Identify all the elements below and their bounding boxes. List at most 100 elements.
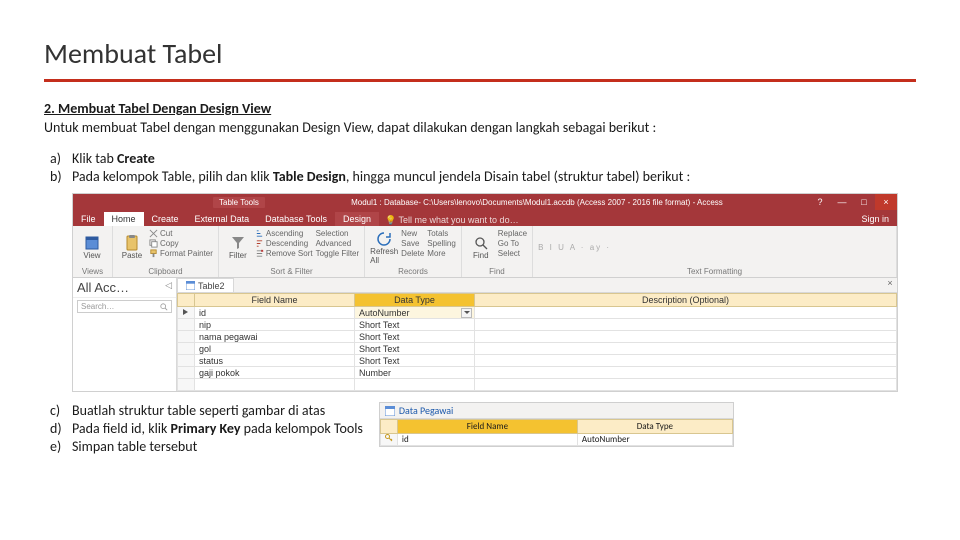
row-selector[interactable] <box>178 367 195 379</box>
description-cell[interactable] <box>475 331 897 343</box>
mini-tab[interactable]: Data Pegawai <box>380 403 733 419</box>
access-window: Table Tools Modul1 : Database- C:\Users\… <box>72 193 898 392</box>
copy-button[interactable]: Copy <box>149 239 213 248</box>
totals-button[interactable]: Totals <box>427 229 455 238</box>
row-selector[interactable] <box>178 331 195 343</box>
row-selector[interactable] <box>178 343 195 355</box>
tell-me[interactable]: 💡 Tell me what you want to do… <box>385 215 519 226</box>
description-cell[interactable] <box>475 355 897 367</box>
mini-grid[interactable]: Field NameData Type id AutoNumber <box>380 419 733 446</box>
remove-sort-button[interactable]: Remove Sort <box>255 249 313 258</box>
field-name-cell[interactable]: gaji pokok <box>195 367 355 379</box>
filter-label: Filter <box>229 251 247 260</box>
ribbon-tab-home[interactable]: Home <box>104 212 144 226</box>
goto-button[interactable]: Go To <box>498 239 527 248</box>
description-cell[interactable] <box>475 319 897 331</box>
ribbon-group-textfmt: B I U A · ay · Text Formatting <box>533 226 897 277</box>
cut-button[interactable]: Cut <box>149 229 213 238</box>
row-selector[interactable] <box>178 307 195 319</box>
ribbon-group-find: Find Replace Go To Select Find <box>462 226 533 277</box>
dropdown-button[interactable] <box>461 308 472 318</box>
navigation-pane: All Acc… ◁ Search… <box>73 278 177 391</box>
step-item: c)Buatlah struktur table seperti gambar … <box>50 402 363 419</box>
delete-record-button[interactable]: Delete <box>401 249 424 258</box>
sign-in-link[interactable]: Sign in <box>853 212 897 226</box>
data-type-cell[interactable]: Short Text <box>355 319 475 331</box>
window-title: Modul1 : Database- C:\Users\lenovo\Docum… <box>265 198 809 207</box>
paste-label: Paste <box>122 251 142 260</box>
field-name-cell[interactable]: nip <box>195 319 355 331</box>
steps-ab: a)Klik tab Createb)Pada kelompok Table, … <box>50 150 916 185</box>
new-record-button[interactable]: New <box>401 229 424 238</box>
select-button[interactable]: Select <box>498 249 527 258</box>
mini-field-name-cell[interactable]: id <box>397 434 577 446</box>
descending-button[interactable]: Descending <box>255 239 313 248</box>
titlebar: Table Tools Modul1 : Database- C:\Users\… <box>73 194 897 210</box>
field-name-cell[interactable]: status <box>195 355 355 367</box>
data-type-cell[interactable]: Short Text <box>355 343 475 355</box>
field-name-cell[interactable]: nama pegawai <box>195 331 355 343</box>
mini-data-type-cell[interactable]: AutoNumber <box>577 434 732 446</box>
data-type-cell[interactable]: Short Text <box>355 331 475 343</box>
replace-button[interactable]: Replace <box>498 229 527 238</box>
row-selector[interactable] <box>380 434 397 446</box>
table-icon <box>385 406 395 416</box>
step-item: b)Pada kelompok Table, pilih dan klik Ta… <box>50 168 916 185</box>
close-button[interactable]: × <box>875 194 897 210</box>
ribbon-tab-database-tools[interactable]: Database Tools <box>257 212 335 226</box>
mini-design-grid: Data Pegawai Field NameData Type id Auto… <box>379 402 734 447</box>
more-button[interactable]: More <box>427 249 455 258</box>
selection-button[interactable]: Selection <box>316 229 360 238</box>
row-selector[interactable] <box>178 319 195 331</box>
view-label: View <box>83 251 100 260</box>
document-tab[interactable]: Table2 <box>177 278 234 292</box>
ribbon: View Views Paste Cut Copy Format Painter <box>73 226 897 278</box>
help-button[interactable]: ? <box>809 194 831 210</box>
ascending-button[interactable]: Ascending <box>255 229 313 238</box>
text-format-toolbar[interactable]: B I U A · ay · <box>538 243 611 252</box>
design-grid[interactable]: Field NameData TypeDescription (Optional… <box>177 293 897 391</box>
advanced-button[interactable]: Advanced <box>316 239 360 248</box>
minimize-button[interactable]: — <box>831 194 853 210</box>
column-header[interactable]: Description (Optional) <box>475 294 897 307</box>
field-name-cell[interactable]: gol <box>195 343 355 355</box>
column-header[interactable]: Data Type <box>577 420 732 434</box>
find-button[interactable]: Find <box>467 229 495 266</box>
data-type-cell[interactable]: AutoNumber <box>355 307 475 319</box>
format-painter-button[interactable]: Format Painter <box>149 249 213 258</box>
view-button[interactable]: View <box>78 229 106 266</box>
field-name-cell[interactable]: id <box>195 307 355 319</box>
section-subheading: 2. Membuat Tabel Dengan Design View <box>44 100 916 117</box>
ribbon-tab-design[interactable]: Design <box>335 212 379 226</box>
steps-cde: c)Buatlah struktur table seperti gambar … <box>50 402 363 456</box>
data-type-cell[interactable]: Short Text <box>355 355 475 367</box>
column-header[interactable]: Field Name <box>397 420 577 434</box>
ribbon-tab-external-data[interactable]: External Data <box>187 212 258 226</box>
document-tab-label: Table2 <box>198 281 225 291</box>
navpane-search[interactable]: Search… <box>77 300 172 313</box>
ribbon-tab-file[interactable]: File <box>73 212 104 226</box>
column-header[interactable]: Field Name <box>195 294 355 307</box>
description-cell[interactable] <box>475 367 897 379</box>
navpane-header[interactable]: All Acc… ◁ <box>73 278 176 298</box>
maximize-button[interactable]: □ <box>853 194 875 210</box>
description-cell[interactable] <box>475 343 897 355</box>
ribbon-group-clipboard: Paste Cut Copy Format Painter Clipboard <box>113 226 219 277</box>
table-tools-label: Table Tools <box>213 197 265 208</box>
sortfilter-caption: Sort & Filter <box>224 267 359 276</box>
column-header[interactable]: Data Type <box>355 294 475 307</box>
filter-button[interactable]: Filter <box>224 229 252 266</box>
toggle-filter-button[interactable]: Toggle Filter <box>316 249 360 258</box>
save-record-button[interactable]: Save <box>401 239 424 248</box>
find-caption: Find <box>467 267 527 276</box>
spelling-button[interactable]: Spelling <box>427 239 455 248</box>
paste-button[interactable]: Paste <box>118 229 146 266</box>
ribbon-tab-create[interactable]: Create <box>144 212 187 226</box>
refresh-all-button[interactable]: Refresh All <box>370 229 398 266</box>
description-cell[interactable] <box>475 307 897 319</box>
page-title: Membuat Tabel <box>44 36 916 82</box>
close-tab-button[interactable]: × <box>883 278 897 292</box>
row-selector[interactable] <box>178 355 195 367</box>
data-type-cell[interactable]: Number <box>355 367 475 379</box>
chevron-left-icon[interactable]: ◁ <box>165 280 172 291</box>
